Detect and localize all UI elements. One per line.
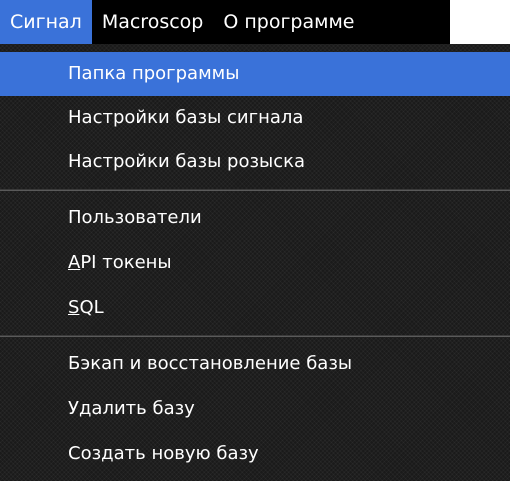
- menu-item-delete-db[interactable]: Удалить базу: [0, 387, 510, 431]
- menu-separator: [0, 189, 510, 191]
- menu-bar: Сигнал Macroscop О программе: [0, 0, 450, 44]
- menu-item-program-folder[interactable]: Папка программы: [0, 52, 510, 96]
- mnemonic-letter: S: [68, 297, 80, 318]
- signal-dropdown-menu: Папка программы Настройки базы сигнала Н…: [0, 44, 510, 481]
- app-window: Сигнал Macroscop О программе Папка прогр…: [0, 0, 510, 481]
- menu-about[interactable]: О программе: [213, 0, 364, 44]
- menu-separator: [0, 335, 510, 337]
- menu-item-sql[interactable]: SQL: [0, 286, 510, 330]
- menu-item-label-rest: PI токены: [80, 252, 172, 273]
- menu-item-signal-db-settings[interactable]: Настройки базы сигнала: [0, 96, 510, 140]
- menu-macroscop[interactable]: Macroscop: [92, 0, 214, 44]
- menu-item-backup-restore[interactable]: Бэкап и восстановление базы: [0, 342, 510, 386]
- menu-item-create-db[interactable]: Создать новую базу: [0, 432, 510, 476]
- menu-item-label-rest: QL: [79, 297, 104, 318]
- menu-item-api-tokens[interactable]: API токены: [0, 241, 510, 285]
- menu-signal[interactable]: Сигнал: [0, 0, 92, 44]
- menu-item-search-db-settings[interactable]: Настройки базы розыска: [0, 140, 510, 184]
- mnemonic-letter: A: [68, 252, 81, 273]
- menu-item-users[interactable]: Пользователи: [0, 196, 510, 240]
